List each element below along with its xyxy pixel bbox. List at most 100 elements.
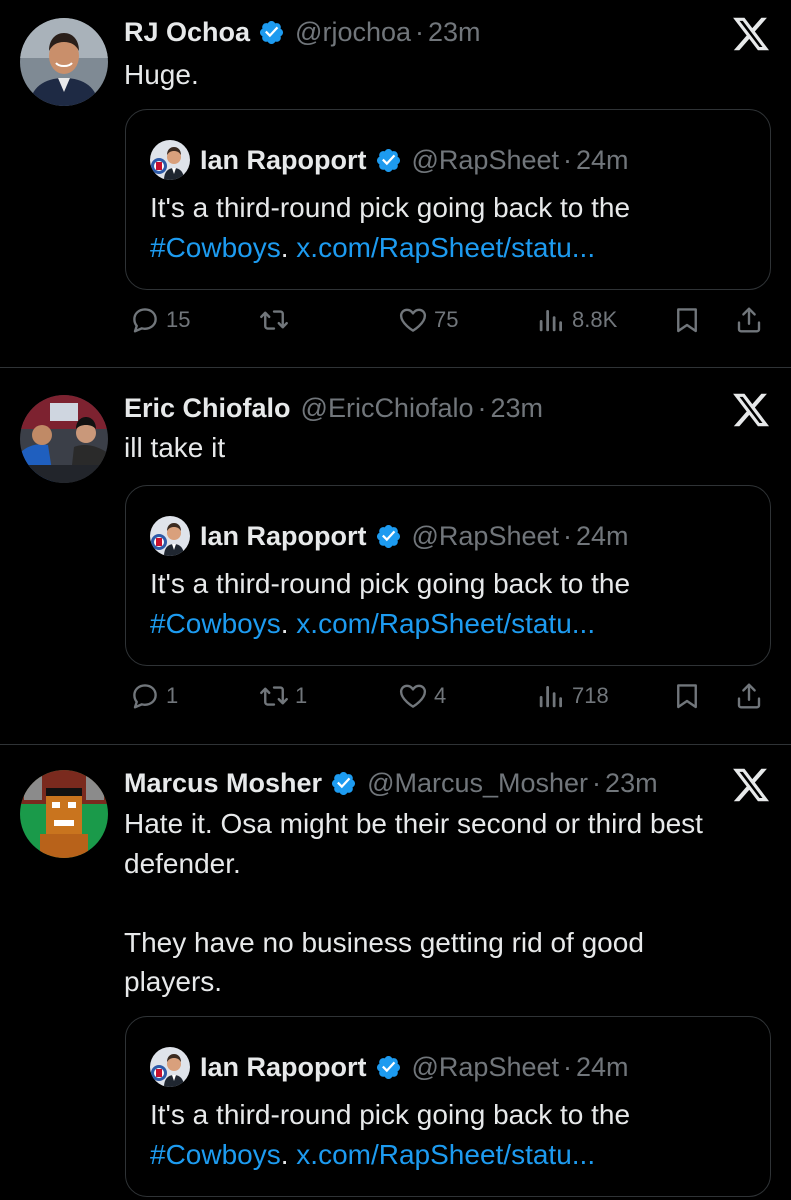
reply-count: 15 [166,307,191,332]
separator-dot: · [415,16,425,47]
like-icon [398,305,428,335]
quoted-tweet[interactable]: Ian Rapoport @RapSheet · 24m It's a thir… [125,109,771,290]
quoted-text-sep: . [280,608,297,639]
quoted-text-body: It's a third-round pick going back to th… [150,1099,631,1130]
views-button[interactable]: 718 [536,681,609,711]
tweet-header: RJ Ochoa @rjochoa · 23m [124,14,481,50]
views-count: 8.8K [572,307,618,332]
timestamp[interactable]: 23m [605,768,658,799]
author-handle[interactable]: @Marcus_Mosher [367,768,588,799]
action-bar: 1 1 4 718 [124,681,774,721]
like-icon [398,681,428,711]
quoted-timestamp: 24m [576,520,629,551]
quoted-text-body: It's a third-round pick going back to th… [150,568,631,599]
timestamp[interactable]: 23m [491,393,544,424]
quoted-avatar[interactable] [150,1047,190,1087]
avatar-image [20,18,108,106]
x-logo-icon[interactable] [731,390,771,430]
share-icon [734,305,764,335]
author-name[interactable]: Marcus Mosher [124,768,322,799]
quoted-header: Ian Rapoport @RapSheet · 24m [150,140,629,180]
author-handle[interactable]: @EricChiofalo [301,393,474,424]
timestamp[interactable]: 23m [428,17,481,48]
reply-button[interactable]: 15 [130,305,190,335]
bookmark-button[interactable] [672,305,702,335]
hashtag-link[interactable]: #Cowboys [150,608,281,639]
separator-dot: · [563,1051,572,1082]
quoted-author-handle: @RapSheet [411,1051,560,1082]
quoted-tweet[interactable]: Ian Rapoport @RapSheet · 24m It's a thir… [125,1016,771,1197]
quoted-avatar[interactable] [150,140,190,180]
avatar-image [20,770,108,858]
author-name[interactable]: RJ Ochoa [124,17,250,48]
views-count: 718 [572,683,609,708]
avatar-rj-ochoa[interactable] [20,18,108,106]
like-button[interactable]: 75 [398,305,458,335]
like-count: 75 [434,307,459,332]
quoted-timestamp: 24m [576,1051,629,1082]
avatar-marcus-mosher[interactable] [20,770,108,858]
quoted-text-sep: . [280,232,297,263]
views-icon [536,681,566,711]
quoted-header: Ian Rapoport @RapSheet · 24m [150,516,629,556]
reply-count: 1 [166,683,179,708]
quoted-text-sep: . [280,1139,297,1170]
tweet-text: ill take it [124,432,226,463]
retweet-icon [259,681,289,711]
quoted-avatar[interactable] [150,516,190,556]
divider [0,744,791,745]
verified-badge-icon [330,770,357,797]
quoted-author-name: Ian Rapoport [200,144,367,175]
x-logo-icon[interactable] [731,14,771,54]
url-link[interactable]: x.com/RapSheet/statu... [296,608,595,639]
like-button[interactable]: 4 [398,681,446,711]
bookmark-icon [672,305,702,335]
verified-badge-icon [375,147,402,174]
quoted-author-handle: @RapSheet [411,520,560,551]
action-bar: 15 75 8.8K [124,305,774,345]
bookmark-icon [672,681,702,711]
quoted-text: It's a third-round pick going back to th… [150,564,750,644]
quoted-text: It's a third-round pick going back to th… [150,1095,750,1175]
divider [0,367,791,368]
retweet-button[interactable] [259,305,295,335]
share-icon [734,681,764,711]
quoted-author-name: Ian Rapoport [200,1051,367,1082]
author-handle[interactable]: @rjochoa [295,17,411,48]
hashtag-link[interactable]: #Cowboys [150,1139,281,1170]
verified-badge-icon [258,19,285,46]
views-icon [536,305,566,335]
tweet-header: Eric Chiofalo @EricChiofalo · 23m [124,390,543,426]
author-name[interactable]: Eric Chiofalo [124,393,291,424]
quoted-text-body: It's a third-round pick going back to th… [150,192,631,223]
verified-badge-icon [375,523,402,550]
separator-dot: · [563,520,572,551]
quoted-tweet[interactable]: Ian Rapoport @RapSheet · 24m It's a thir… [125,485,771,666]
separator-dot: · [592,767,602,798]
share-button[interactable] [734,305,764,335]
hashtag-link[interactable]: #Cowboys [150,232,281,263]
tweet-text: Huge. [124,59,199,90]
url-link[interactable]: x.com/RapSheet/statu... [296,232,595,263]
views-button[interactable]: 8.8K [536,305,617,335]
reply-button[interactable]: 1 [130,681,178,711]
url-link[interactable]: x.com/RapSheet/statu... [296,1139,595,1170]
avatar-eric-chiofalo[interactable] [20,395,108,483]
like-count: 4 [434,683,447,708]
separator-dot: · [563,144,572,175]
retweet-button[interactable]: 1 [259,681,307,711]
verified-badge-icon [375,1054,402,1081]
avatar-image [20,395,108,483]
separator-dot: · [477,392,487,423]
reply-icon [130,681,160,711]
quoted-text: It's a third-round pick going back to th… [150,188,750,268]
share-button[interactable] [734,681,764,711]
x-logo-icon[interactable] [731,765,771,805]
quoted-header: Ian Rapoport @RapSheet · 24m [150,1047,629,1087]
quoted-timestamp: 24m [576,144,629,175]
quoted-author-handle: @RapSheet [411,144,560,175]
tweet-header: Marcus Mosher @Marcus_Mosher · 23m [124,765,658,801]
bookmark-button[interactable] [672,681,702,711]
retweet-count: 1 [295,683,308,708]
quoted-author-name: Ian Rapoport [200,520,367,551]
